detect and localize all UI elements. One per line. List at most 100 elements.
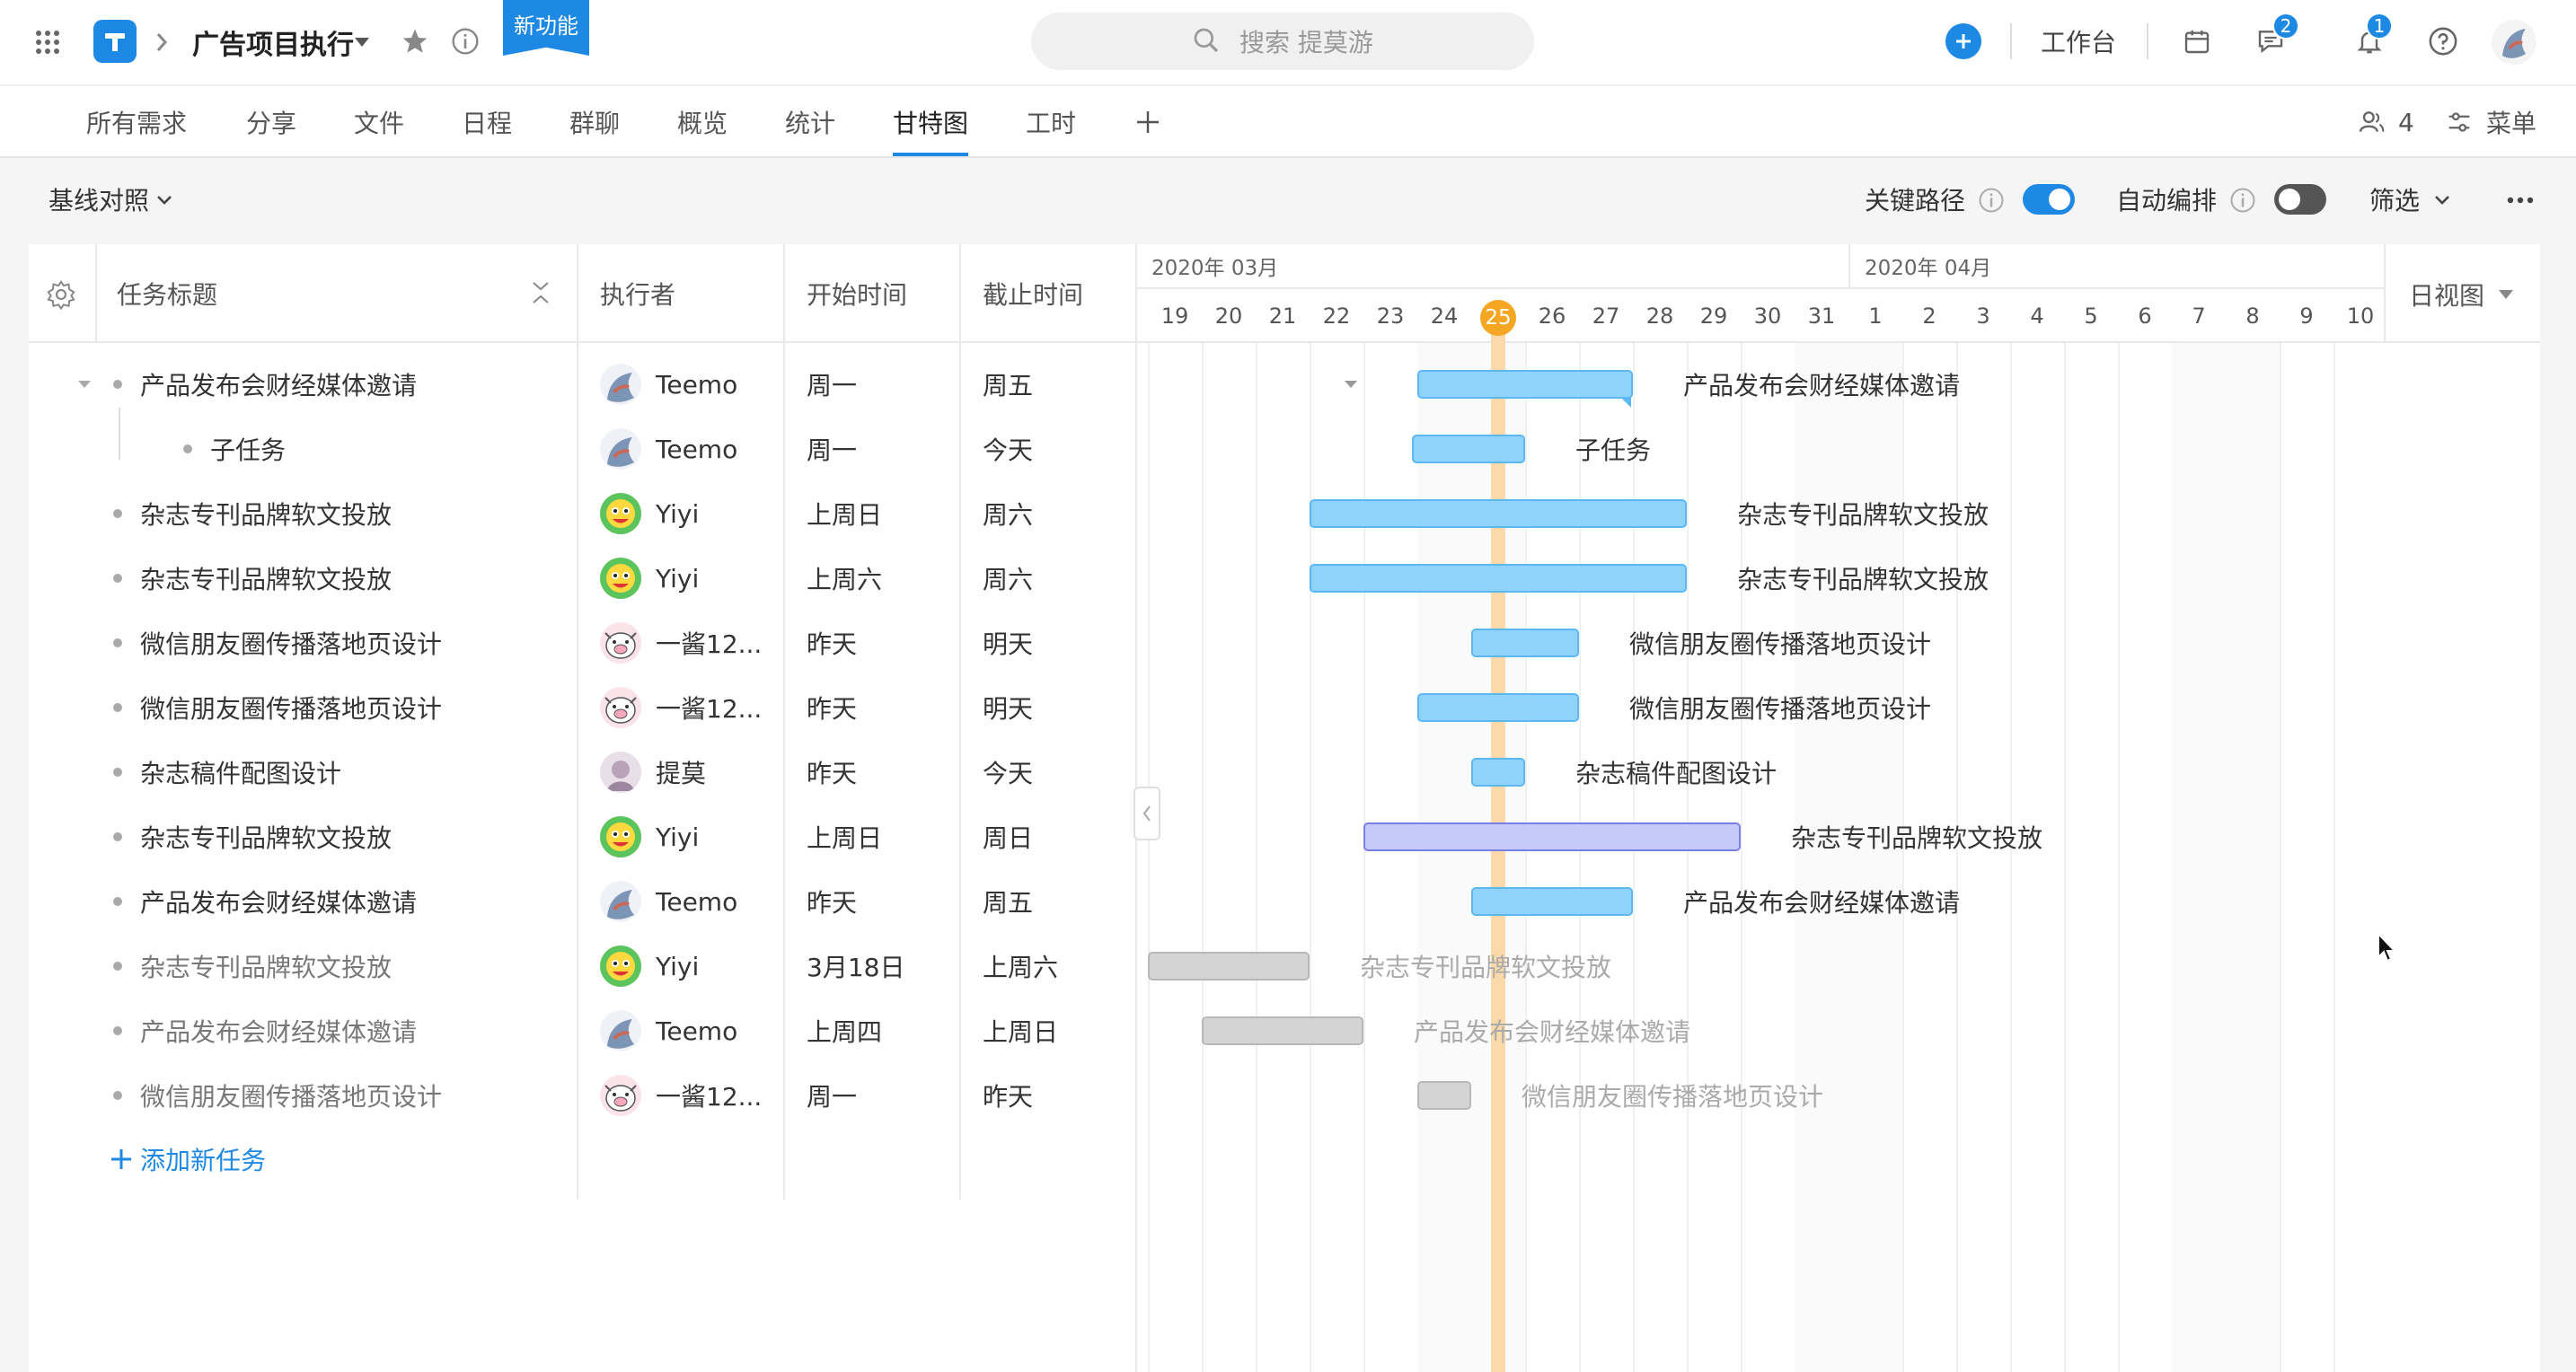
user-avatar[interactable] xyxy=(2492,20,2536,65)
filter-chevron-icon[interactable] xyxy=(2429,187,2456,214)
collapse-caret-icon[interactable] xyxy=(1340,374,1362,395)
tab-gantt[interactable]: 甘特图 xyxy=(893,88,968,156)
members-icon[interactable] xyxy=(2353,104,2389,140)
search-input[interactable]: 搜索 提莫游 xyxy=(1239,22,1373,61)
gantt-bar[interactable] xyxy=(1471,629,1579,657)
calendar-icon[interactable] xyxy=(2179,23,2215,59)
start-time[interactable]: 周一 xyxy=(807,352,857,417)
assignee-avatar[interactable] xyxy=(600,428,641,470)
menu-settings-icon[interactable] xyxy=(2441,104,2477,140)
task-title[interactable]: 产品发布会财经媒体邀请 xyxy=(140,869,417,934)
settings-icon[interactable] xyxy=(41,275,81,314)
add-button[interactable] xyxy=(1945,23,1981,59)
filter-button[interactable]: 筛选 xyxy=(2369,180,2420,219)
gantt-bar[interactable] xyxy=(1310,564,1687,593)
assignee-avatar[interactable] xyxy=(600,1010,641,1051)
menu-button[interactable]: 菜单 xyxy=(2486,104,2536,140)
more-icon[interactable] xyxy=(2502,185,2538,215)
assignee-name[interactable]: Teemo xyxy=(656,352,737,417)
view-mode-select[interactable]: 日视图 xyxy=(2409,275,2484,314)
start-time[interactable]: 3月18日 xyxy=(807,934,904,998)
assignee-avatar[interactable] xyxy=(600,622,641,664)
tab-schedule[interactable]: 日程 xyxy=(462,88,512,156)
gantt-bar[interactable] xyxy=(1417,370,1633,399)
assignee-name[interactable]: Teemo xyxy=(656,869,737,934)
end-time[interactable]: 明天 xyxy=(983,675,1033,740)
end-time[interactable]: 明天 xyxy=(983,611,1033,675)
gantt-bar[interactable] xyxy=(1471,758,1525,787)
task-title[interactable]: 产品发布会财经媒体邀请 xyxy=(140,352,417,417)
assignee-avatar[interactable] xyxy=(600,945,641,987)
critical-path-info-icon[interactable] xyxy=(1976,185,2007,215)
gantt-bar[interactable] xyxy=(1417,693,1579,722)
critical-path-toggle[interactable] xyxy=(2023,184,2075,215)
column-header-title[interactable]: 任务标题 xyxy=(117,244,217,343)
assignee-name[interactable]: Yiyi xyxy=(656,805,699,869)
gantt-bar[interactable] xyxy=(1148,952,1310,981)
expand-caret-icon[interactable] xyxy=(74,374,95,395)
add-tab-icon[interactable] xyxy=(1130,104,1166,140)
view-mode-dropdown-icon[interactable] xyxy=(2493,282,2519,307)
auto-schedule-info-icon[interactable] xyxy=(2228,185,2258,215)
start-time[interactable]: 上周日 xyxy=(807,805,882,869)
end-time[interactable]: 上周日 xyxy=(983,998,1058,1063)
task-title[interactable]: 微信朋友圈传播落地页设计 xyxy=(140,611,442,675)
end-time[interactable]: 今天 xyxy=(983,417,1033,481)
tab-files[interactable]: 文件 xyxy=(354,88,404,156)
product-logo-icon[interactable] xyxy=(93,20,137,63)
gantt-bar[interactable] xyxy=(1310,499,1687,528)
end-time[interactable]: 昨天 xyxy=(983,1063,1033,1128)
task-title[interactable]: 子任务 xyxy=(210,417,286,481)
tab-group-chat[interactable]: 群聊 xyxy=(569,88,620,156)
gantt-bar[interactable] xyxy=(1412,435,1525,463)
task-title[interactable]: 微信朋友圈传播落地页设计 xyxy=(140,1063,442,1128)
start-time[interactable]: 昨天 xyxy=(807,869,857,934)
start-time[interactable]: 昨天 xyxy=(807,740,857,805)
task-title[interactable]: 杂志稿件配图设计 xyxy=(140,740,341,805)
end-time[interactable]: 周五 xyxy=(983,869,1033,934)
assignee-name[interactable]: Teemo xyxy=(656,998,737,1063)
end-time[interactable]: 今天 xyxy=(983,740,1033,805)
task-title[interactable]: 杂志专刊品牌软文投放 xyxy=(140,481,392,546)
assignee-name[interactable]: Yiyi xyxy=(656,546,699,611)
app-grid-icon[interactable] xyxy=(31,25,65,59)
assignee-name[interactable]: 提莫 xyxy=(656,740,706,805)
workbench-link[interactable]: 工作台 xyxy=(2041,22,2116,61)
add-task-button[interactable]: 添加新任务 xyxy=(140,1140,266,1178)
column-header-start[interactable]: 开始时间 xyxy=(807,244,907,343)
auto-schedule-toggle[interactable] xyxy=(2274,184,2326,215)
task-title[interactable]: 杂志专刊品牌软文投放 xyxy=(140,805,392,869)
column-header-assignee[interactable]: 执行者 xyxy=(600,244,675,343)
panel-collapse-handle[interactable] xyxy=(1134,787,1160,840)
assignee-avatar[interactable] xyxy=(600,558,641,599)
task-title[interactable]: 杂志专刊品牌软文投放 xyxy=(140,934,392,998)
start-time[interactable]: 周一 xyxy=(807,417,857,481)
end-time[interactable]: 周日 xyxy=(983,805,1033,869)
gantt-bar[interactable] xyxy=(1417,1081,1471,1110)
star-icon[interactable] xyxy=(397,23,433,59)
gantt-bar[interactable] xyxy=(1202,1016,1363,1045)
info-icon[interactable] xyxy=(447,23,483,59)
assignee-name[interactable]: 一酱12... xyxy=(656,1063,762,1128)
tab-worktime[interactable]: 工时 xyxy=(1026,88,1076,156)
chevron-down-icon[interactable] xyxy=(151,187,178,214)
end-time[interactable]: 周六 xyxy=(983,481,1033,546)
assignee-avatar[interactable] xyxy=(600,493,641,534)
end-time[interactable]: 周五 xyxy=(983,352,1033,417)
start-time[interactable]: 上周日 xyxy=(807,481,882,546)
end-time[interactable]: 周六 xyxy=(983,546,1033,611)
member-count[interactable]: 4 xyxy=(2398,104,2414,140)
task-title[interactable]: 杂志专刊品牌软文投放 xyxy=(140,546,392,611)
gantt-bar[interactable] xyxy=(1363,822,1741,851)
tab-overview[interactable]: 概览 xyxy=(677,88,728,156)
start-time[interactable]: 昨天 xyxy=(807,675,857,740)
start-time[interactable]: 上周六 xyxy=(807,546,882,611)
column-header-end[interactable]: 截止时间 xyxy=(983,244,1083,343)
project-dropdown-icon[interactable] xyxy=(350,31,374,54)
assignee-name[interactable]: Teemo xyxy=(656,417,737,481)
tab-share[interactable]: 分享 xyxy=(246,88,296,156)
gantt-bar[interactable] xyxy=(1471,887,1633,916)
add-task-icon[interactable] xyxy=(106,1144,137,1174)
task-title[interactable]: 产品发布会财经媒体邀请 xyxy=(140,998,417,1063)
assignee-avatar[interactable] xyxy=(600,881,641,922)
